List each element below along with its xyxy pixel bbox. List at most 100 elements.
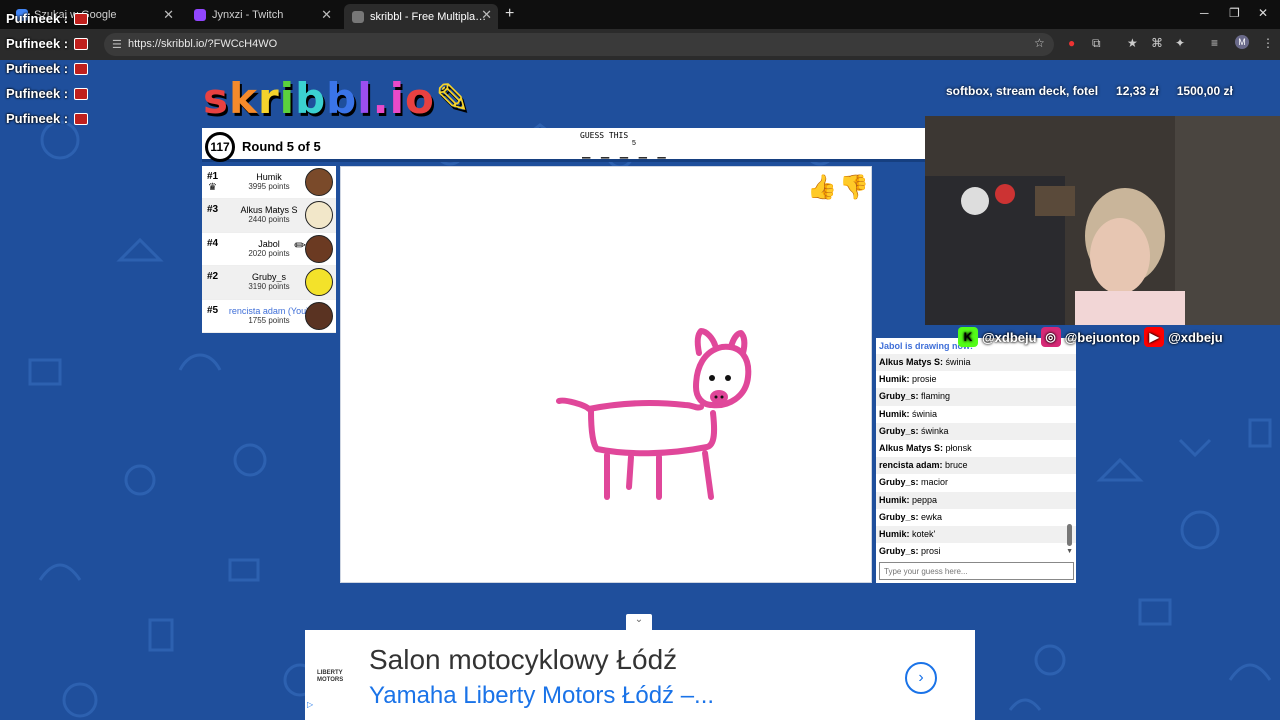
social-handle: K @xdbeju — [958, 327, 1037, 347]
chat-scrollbar[interactable] — [1067, 524, 1072, 546]
tab-skribbl[interactable]: skribbl - Free Multiplayer Drawing ✕ — [344, 4, 498, 29]
social-handle: ▶ @xdbeju — [1144, 327, 1223, 347]
player-rank: #5 — [207, 304, 219, 316]
overlay-chat-line: Pufineek : — [6, 81, 89, 106]
overlay-chat-line: Pufineek : — [6, 6, 89, 31]
chat-message: rencista adam: bruce — [876, 457, 1076, 475]
new-tab-icon[interactable]: + — [505, 5, 514, 23]
chat-message: Alkus Matys S: świnia — [876, 354, 1076, 372]
stream-chat-overlay: Pufineek : Pufineek : Pufineek : Pufinee… — [6, 6, 89, 131]
ad-subtitle[interactable]: Yamaha Liberty Motors Łódź –... — [369, 682, 714, 710]
twitch-icon — [194, 8, 206, 21]
player-rank: #3 — [207, 204, 219, 216]
webcam-feed — [925, 116, 1280, 325]
emote-icon — [74, 112, 89, 125]
media-icon[interactable]: ≡ — [1211, 36, 1218, 50]
player-points: 2440 points — [248, 215, 290, 225]
close-icon[interactable]: ✕ — [321, 7, 332, 23]
chat-message: Humik: kotek' — [876, 525, 1076, 544]
ad-title[interactable]: Salon motocyklowy Łódź — [369, 644, 677, 676]
timer: 117 — [205, 132, 235, 162]
player-row[interactable]: #4 Jabol 2020 points ✏ — [202, 233, 336, 267]
chat-message: Humik: świnia — [879, 408, 938, 419]
avatar — [305, 201, 333, 230]
avatar — [305, 168, 333, 196]
chat-message: Gruby_s: macior — [879, 477, 949, 488]
donation-goal: softbox, stream deck, fotel 12,33 zł 150… — [946, 84, 1233, 98]
chat-message: Humik: peppa — [876, 491, 1076, 509]
close-window-icon[interactable]: ✕ — [1258, 6, 1268, 20]
extensions-puzzle-icon[interactable]: ✦ — [1175, 36, 1185, 50]
emote-icon — [74, 37, 89, 50]
site-info-icon[interactable]: ☰ — [112, 38, 122, 51]
player-rank: #4 — [207, 237, 219, 249]
word-length: 5 — [632, 140, 636, 147]
ad-advertiser-logo: LIBERTY MOTORS — [317, 670, 344, 683]
player-name: Alkus Matys S — [240, 205, 298, 216]
pig-drawing — [556, 328, 752, 500]
player-name: Gruby_s — [251, 272, 286, 283]
crown-icon: ♛ — [208, 182, 217, 193]
player-row[interactable]: #1 ♛ Humik 3995 points — [202, 166, 336, 200]
round-indicator: Round 5 of 5 — [242, 139, 321, 154]
goal-target: 1500,00 zł — [1176, 84, 1233, 98]
player-rank: #2 — [207, 271, 219, 283]
close-icon[interactable]: ✕ — [481, 7, 492, 23]
ad-collapse-button[interactable]: ⌄ — [626, 614, 652, 630]
avatar — [305, 234, 333, 263]
chat-message: Gruby_s: ewka — [879, 511, 943, 522]
avatar — [305, 268, 333, 297]
advertisement[interactable]: LIBERTY MOTORS Salon motocyklowy Łódź Ya… — [305, 630, 975, 720]
skribbl-icon — [352, 10, 364, 23]
chat-messages: Alkus Matys S: świnia Humik: prosie Grub… — [876, 354, 1076, 560]
profile-avatar[interactable]: M — [1235, 35, 1249, 49]
browser-tabbar: Szukaj w Google ✕ Jynxzi - Twitch ✕ skri… — [0, 0, 1280, 29]
player-points: 1755 points — [248, 315, 290, 325]
tab-title: skribbl - Free Multiplayer Drawing — [370, 10, 490, 23]
extension-icon[interactable]: ⧉ — [1092, 36, 1101, 51]
chat-message: Alkus Matys S: płonsk — [879, 442, 972, 453]
overlay-chat-line: Pufineek : — [6, 56, 89, 81]
player-row[interactable]: #2 Gruby_s 3190 points — [202, 266, 336, 300]
bookmarks-icon[interactable]: ★ — [1127, 36, 1138, 50]
chat-panel: Jabol is drawing now! Alkus Matys S: świ… — [876, 338, 1076, 583]
player-name: Humik — [256, 172, 282, 182]
ad-arrow-button[interactable]: › — [905, 662, 937, 694]
address-bar[interactable]: ☰ https://skribbl.io/?FWCcH4WO — [104, 33, 1054, 56]
extension-icon[interactable]: ● — [1068, 36, 1075, 50]
webcam-image — [925, 116, 1280, 325]
player-rank: #1 — [207, 171, 219, 182]
overlay-chat-line: Pufineek : — [6, 31, 89, 56]
chat-message: Gruby_s: świnka — [876, 422, 1076, 440]
instagram-icon: ◎ — [1040, 327, 1061, 347]
scroll-down-icon[interactable]: ▼ — [1066, 548, 1073, 555]
tab-title: Jynxzi - Twitch — [212, 8, 284, 21]
translate-icon[interactable]: ⌘ — [1151, 36, 1163, 50]
player-points: 3190 points — [248, 282, 290, 292]
overlay-chat-line: Pufineek : — [6, 106, 89, 131]
player-row[interactable]: #5 rencista adam (You) 1755 points — [202, 300, 336, 333]
word-blanks: _ _ _ _ _ — [582, 143, 667, 159]
social-handles: K @xdbeju ◎ @bejuontop ▶ @xdbeju — [958, 326, 1223, 348]
bookmark-star-icon[interactable]: ☆ — [1034, 36, 1045, 50]
players-list: #1 ♛ Humik 3995 points #3 Alkus Matys S … — [202, 166, 336, 333]
player-name: rencista adam (You) — [228, 305, 310, 316]
avatar — [305, 301, 333, 330]
adchoices-icon[interactable]: ▷ — [307, 700, 313, 709]
player-points: 3995 points — [248, 182, 290, 191]
minimize-icon[interactable]: ─ — [1200, 6, 1209, 20]
emote-icon — [74, 87, 89, 100]
close-icon[interactable]: ✕ — [163, 7, 174, 23]
emote-icon — [74, 62, 89, 75]
guess-label: GUESS THIS — [580, 131, 629, 140]
skribbl-logo: skribbl.io✎ — [203, 74, 472, 123]
guess-input[interactable] — [879, 562, 1074, 580]
tab-twitch[interactable]: Jynxzi - Twitch ✕ — [186, 4, 338, 25]
url-text: https://skribbl.io/?FWCcH4WO — [128, 38, 278, 50]
drawing-canvas[interactable]: 👍 👎 — [340, 166, 872, 583]
maximize-icon[interactable]: ❐ — [1229, 6, 1240, 20]
chat-message: Gruby_s: flaming — [876, 388, 1076, 406]
player-row[interactable]: #3 Alkus Matys S 2440 points — [202, 199, 336, 233]
menu-icon[interactable]: ⋮ — [1262, 36, 1274, 50]
chat-message: Gruby_s: prosi — [879, 546, 941, 557]
